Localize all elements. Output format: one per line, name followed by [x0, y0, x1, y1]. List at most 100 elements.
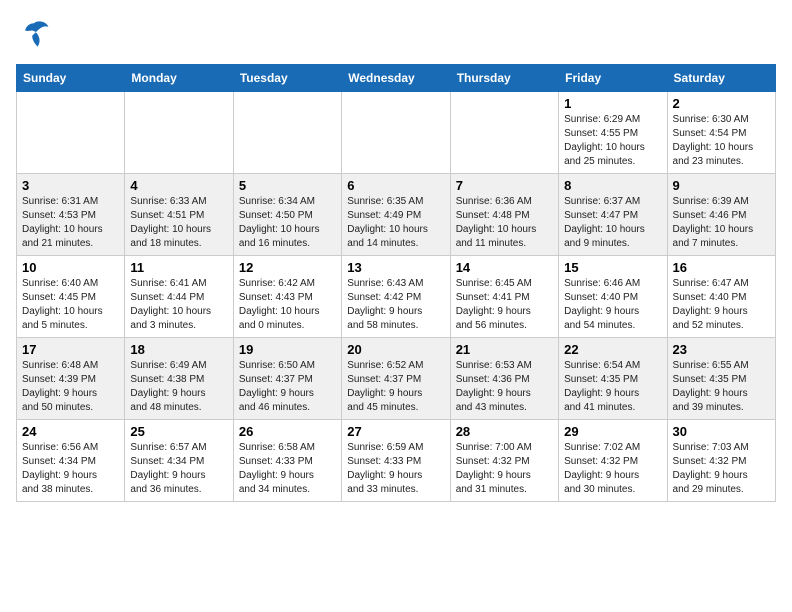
calendar-day-cell: 28 Sunrise: 7:00 AM Sunset: 4:32 PM Dayli… — [450, 420, 558, 502]
day-number: 29 — [564, 424, 661, 439]
day-number: 30 — [673, 424, 770, 439]
calendar-day-cell: 15Sunrise: 6:46 AM Sunset: 4:40 PM Dayli… — [559, 256, 667, 338]
day-number: 27 — [347, 424, 444, 439]
calendar-day-cell — [233, 92, 341, 174]
calendar-day-cell: 30Sunrise: 7:03 AM Sunset: 4:32 PM Dayli… — [667, 420, 775, 502]
day-info: Sunrise: 6:47 AM Sunset: 4:40 PM Dayligh… — [673, 277, 770, 333]
calendar-header-row: SundayMondayTuesdayWednesdayThursdayFrid… — [17, 65, 776, 92]
day-info: Sunrise: 6:45 AM Sunset: 4:41 PM Dayligh… — [456, 277, 553, 333]
calendar-day-cell — [125, 92, 233, 174]
calendar-day-cell: 21 Sunrise: 6:53 AM Sunset: 4:36 PM Dayli… — [450, 338, 558, 420]
weekday-header: Thursday — [450, 65, 558, 92]
day-number: 8 — [564, 178, 661, 193]
day-info: Sunrise: 6:58 AM Sunset: 4:33 PM Dayligh… — [239, 441, 336, 497]
day-info: Sunrise: 6:36 AM Sunset: 4:48 PM Dayligh… — [456, 195, 553, 251]
day-info: Sunrise: 6:40 AM Sunset: 4:45 PM Dayligh… — [22, 277, 119, 333]
calendar-day-cell: 13 Sunrise: 6:43 AM Sunset: 4:42 PM Dayli… — [342, 256, 450, 338]
day-info: Sunrise: 6:57 AM Sunset: 4:34 PM Dayligh… — [130, 441, 227, 497]
calendar-day-cell: 4Sunrise: 6:33 AM Sunset: 4:51 PM Daylig… — [125, 174, 233, 256]
calendar-day-cell: 17 Sunrise: 6:48 AM Sunset: 4:39 PM Dayli… — [17, 338, 125, 420]
calendar-day-cell: 23Sunrise: 6:55 AM Sunset: 4:35 PM Dayli… — [667, 338, 775, 420]
day-number: 21 — [456, 342, 553, 357]
calendar-day-cell: 11 Sunrise: 6:41 AM Sunset: 4:44 PM Dayli… — [125, 256, 233, 338]
calendar-week-row: 3 Sunrise: 6:31 AM Sunset: 4:53 PM Daylig… — [17, 174, 776, 256]
day-number: 18 — [130, 342, 227, 357]
day-number: 6 — [347, 178, 444, 193]
calendar-day-cell: 20 Sunrise: 6:52 AM Sunset: 4:37 PM Dayli… — [342, 338, 450, 420]
page-header — [16, 16, 776, 52]
day-number: 14 — [456, 260, 553, 275]
calendar-day-cell: 22 Sunrise: 6:54 AM Sunset: 4:35 PM Dayli… — [559, 338, 667, 420]
day-info: Sunrise: 7:00 AM Sunset: 4:32 PM Dayligh… — [456, 441, 553, 497]
day-info: Sunrise: 7:02 AM Sunset: 4:32 PM Dayligh… — [564, 441, 661, 497]
day-number: 26 — [239, 424, 336, 439]
day-number: 25 — [130, 424, 227, 439]
day-number: 16 — [673, 260, 770, 275]
day-info: Sunrise: 6:35 AM Sunset: 4:49 PM Dayligh… — [347, 195, 444, 251]
calendar-week-row: 17 Sunrise: 6:48 AM Sunset: 4:39 PM Dayli… — [17, 338, 776, 420]
day-info: Sunrise: 6:55 AM Sunset: 4:35 PM Dayligh… — [673, 359, 770, 415]
weekday-header: Sunday — [17, 65, 125, 92]
day-info: Sunrise: 6:56 AM Sunset: 4:34 PM Dayligh… — [22, 441, 119, 497]
day-number: 13 — [347, 260, 444, 275]
calendar-day-cell: 1 Sunrise: 6:29 AM Sunset: 4:55 PM Daylig… — [559, 92, 667, 174]
day-number: 5 — [239, 178, 336, 193]
day-info: Sunrise: 6:33 AM Sunset: 4:51 PM Dayligh… — [130, 195, 227, 251]
calendar-day-cell: 18Sunrise: 6:49 AM Sunset: 4:38 PM Dayli… — [125, 338, 233, 420]
calendar-day-cell: 8 Sunrise: 6:37 AM Sunset: 4:47 PM Daylig… — [559, 174, 667, 256]
calendar-day-cell: 26 Sunrise: 6:58 AM Sunset: 4:33 PM Dayli… — [233, 420, 341, 502]
weekday-header: Tuesday — [233, 65, 341, 92]
weekday-header: Wednesday — [342, 65, 450, 92]
day-info: Sunrise: 6:50 AM Sunset: 4:37 PM Dayligh… — [239, 359, 336, 415]
calendar-day-cell: 10 Sunrise: 6:40 AM Sunset: 4:45 PM Dayli… — [17, 256, 125, 338]
calendar-day-cell: 27 Sunrise: 6:59 AM Sunset: 4:33 PM Dayli… — [342, 420, 450, 502]
day-info: Sunrise: 6:52 AM Sunset: 4:37 PM Dayligh… — [347, 359, 444, 415]
weekday-header: Saturday — [667, 65, 775, 92]
calendar-day-cell: 12 Sunrise: 6:42 AM Sunset: 4:43 PM Dayli… — [233, 256, 341, 338]
calendar-day-cell: 5 Sunrise: 6:34 AM Sunset: 4:50 PM Daylig… — [233, 174, 341, 256]
day-number: 11 — [130, 260, 227, 275]
day-info: Sunrise: 6:48 AM Sunset: 4:39 PM Dayligh… — [22, 359, 119, 415]
calendar-day-cell: 7Sunrise: 6:36 AM Sunset: 4:48 PM Daylig… — [450, 174, 558, 256]
day-number: 1 — [564, 96, 661, 111]
day-number: 28 — [456, 424, 553, 439]
calendar-day-cell: 25 Sunrise: 6:57 AM Sunset: 4:34 PM Dayli… — [125, 420, 233, 502]
day-info: Sunrise: 6:31 AM Sunset: 4:53 PM Dayligh… — [22, 195, 119, 251]
day-info: Sunrise: 6:54 AM Sunset: 4:35 PM Dayligh… — [564, 359, 661, 415]
calendar-day-cell: 2 Sunrise: 6:30 AM Sunset: 4:54 PM Daylig… — [667, 92, 775, 174]
day-info: Sunrise: 6:59 AM Sunset: 4:33 PM Dayligh… — [347, 441, 444, 497]
day-info: Sunrise: 6:39 AM Sunset: 4:46 PM Dayligh… — [673, 195, 770, 251]
day-info: Sunrise: 6:34 AM Sunset: 4:50 PM Dayligh… — [239, 195, 336, 251]
calendar-day-cell: 29 Sunrise: 7:02 AM Sunset: 4:32 PM Dayli… — [559, 420, 667, 502]
calendar-day-cell: 9 Sunrise: 6:39 AM Sunset: 4:46 PM Daylig… — [667, 174, 775, 256]
day-number: 17 — [22, 342, 119, 357]
day-number: 12 — [239, 260, 336, 275]
calendar-day-cell: 6 Sunrise: 6:35 AM Sunset: 4:49 PM Daylig… — [342, 174, 450, 256]
day-number: 20 — [347, 342, 444, 357]
calendar-week-row: 1 Sunrise: 6:29 AM Sunset: 4:55 PM Daylig… — [17, 92, 776, 174]
weekday-header: Friday — [559, 65, 667, 92]
calendar-day-cell: 3 Sunrise: 6:31 AM Sunset: 4:53 PM Daylig… — [17, 174, 125, 256]
calendar-day-cell — [342, 92, 450, 174]
day-number: 2 — [673, 96, 770, 111]
day-info: Sunrise: 6:37 AM Sunset: 4:47 PM Dayligh… — [564, 195, 661, 251]
calendar-table: SundayMondayTuesdayWednesdayThursdayFrid… — [16, 64, 776, 502]
weekday-header: Monday — [125, 65, 233, 92]
day-info: Sunrise: 6:41 AM Sunset: 4:44 PM Dayligh… — [130, 277, 227, 333]
day-number: 24 — [22, 424, 119, 439]
calendar-day-cell: 16 Sunrise: 6:47 AM Sunset: 4:40 PM Dayli… — [667, 256, 775, 338]
day-info: Sunrise: 6:42 AM Sunset: 4:43 PM Dayligh… — [239, 277, 336, 333]
calendar-day-cell: 14 Sunrise: 6:45 AM Sunset: 4:41 PM Dayli… — [450, 256, 558, 338]
day-number: 22 — [564, 342, 661, 357]
day-info: Sunrise: 6:29 AM Sunset: 4:55 PM Dayligh… — [564, 113, 661, 169]
day-info: Sunrise: 6:53 AM Sunset: 4:36 PM Dayligh… — [456, 359, 553, 415]
calendar-day-cell — [17, 92, 125, 174]
day-number: 3 — [22, 178, 119, 193]
day-number: 9 — [673, 178, 770, 193]
calendar-week-row: 24 Sunrise: 6:56 AM Sunset: 4:34 PM Dayli… — [17, 420, 776, 502]
day-info: Sunrise: 6:30 AM Sunset: 4:54 PM Dayligh… — [673, 113, 770, 169]
logo — [16, 16, 58, 52]
day-number: 10 — [22, 260, 119, 275]
day-info: Sunrise: 6:43 AM Sunset: 4:42 PM Dayligh… — [347, 277, 444, 333]
calendar-day-cell: 19Sunrise: 6:50 AM Sunset: 4:37 PM Dayli… — [233, 338, 341, 420]
